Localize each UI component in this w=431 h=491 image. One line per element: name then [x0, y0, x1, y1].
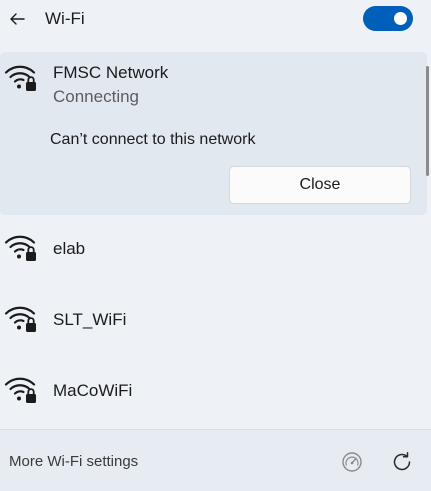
- network-name: FMSC Network: [53, 63, 169, 82]
- wifi-secured-icon: [4, 235, 36, 261]
- network-item[interactable]: MaCoWiFi: [0, 360, 427, 422]
- scrollbar[interactable]: [426, 66, 429, 176]
- toggle-knob: [394, 12, 407, 25]
- mobile-hotspot-icon: [342, 452, 362, 472]
- network-status: Connecting: [53, 87, 140, 106]
- wifi-header: Wi-Fi: [0, 0, 431, 40]
- network-item[interactable]: elab: [0, 218, 427, 280]
- wifi-toggle[interactable]: [363, 6, 413, 31]
- network-name: SLT_WiFi: [53, 310, 127, 329]
- hotspot-button[interactable]: [339, 449, 365, 475]
- footer-bar: More Wi-Fi settings: [0, 429, 431, 491]
- network-item[interactable]: SLT_WiFi: [0, 289, 427, 351]
- error-message: Can’t connect to this network: [50, 131, 256, 148]
- wifi-secured-icon: [4, 377, 36, 403]
- refresh-icon: [393, 452, 411, 471]
- network-name: MaCoWiFi: [53, 381, 133, 400]
- back-button[interactable]: [4, 6, 30, 32]
- back-arrow-icon: [10, 13, 25, 25]
- more-wifi-settings-link[interactable]: More Wi-Fi settings: [9, 452, 138, 472]
- network-name: elab: [53, 239, 86, 258]
- refresh-button[interactable]: [389, 449, 415, 475]
- wifi-secured-icon: [4, 65, 36, 91]
- wifi-secured-icon: [4, 306, 36, 332]
- close-button[interactable]: Close: [229, 166, 411, 204]
- wifi-panel: Wi-Fi FMSC Network Connecting Can’t conn…: [0, 0, 431, 491]
- page-title: Wi-Fi: [45, 9, 85, 28]
- active-network-card[interactable]: FMSC Network Connecting Can’t connect to…: [0, 52, 427, 215]
